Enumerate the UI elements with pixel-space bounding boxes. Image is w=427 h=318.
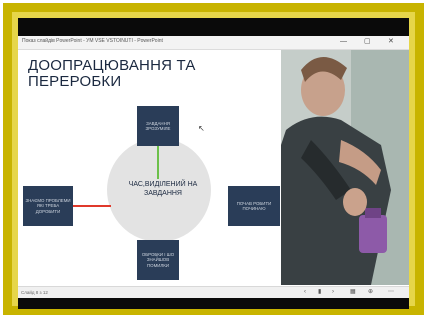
status-bar: Слайд 8 з 12 ‹ ▮ › ▦ ⊕ ⋯ xyxy=(18,286,409,298)
slide-title: ДООПРАЦЮВАННЯ ТА ПЕРЕРОБКИ xyxy=(28,57,196,90)
slide-canvas: ДООПРАЦЮВАННЯ ТА ПЕРЕРОБКИ ЧАС,ВИДІЛЕНИЙ… xyxy=(18,50,409,285)
window-titlebar: Показ слайдів PowerPoint - УМ VSE VSTOIN… xyxy=(18,36,409,50)
window-title: Показ слайдів PowerPoint - УМ VSE VSTOIN… xyxy=(22,38,163,44)
screen-bezel-top xyxy=(18,18,409,36)
grid-icon[interactable]: ▦ xyxy=(350,289,356,296)
slide-counter: Слайд 8 з 12 xyxy=(21,290,48,295)
box-left: ЗНАЄМО ПРОБЛЕМИ ЯКІ ТРЕБА ДОРОБИТИ xyxy=(23,186,73,226)
menu-icon[interactable]: ⋯ xyxy=(388,289,394,296)
box-top: ЗАВДАННЯ ЗРОЗУМІЛЕ xyxy=(137,106,179,146)
box-top-label: ЗАВДАННЯ ЗРОЗУМІЛЕ xyxy=(145,120,171,131)
screen-bezel-bottom xyxy=(18,298,409,309)
box-right: ПОЧАВ РОБИТИ ПОЧИНАЮ xyxy=(228,186,280,226)
box-bottom: ОБРОБКИ І ШО ЗНАЙШОВ ПОМИЛКИ xyxy=(137,240,179,280)
center-label: ЧАС,ВИДІЛЕНИЙ НА ЗАВДАННЯ xyxy=(128,181,198,197)
box-bottom-label: ОБРОБКИ І ШО ЗНАЙШОВ ПОМИЛКИ xyxy=(141,252,175,268)
photo-illustration xyxy=(281,50,409,285)
connector-top xyxy=(157,146,159,179)
mouse-cursor-icon: ↖ xyxy=(198,124,205,133)
presentation-screen: Показ слайдів PowerPoint - УМ VSE VSTOIN… xyxy=(18,36,409,298)
close-button[interactable]: ✕ xyxy=(388,38,394,46)
next-icon[interactable]: › xyxy=(332,289,334,296)
connector-left xyxy=(73,205,111,207)
photo-frame: Показ слайдів PowerPoint - УМ VSE VSTOIN… xyxy=(3,3,424,315)
zoom-icon[interactable]: ⊕ xyxy=(368,289,373,296)
prev-icon[interactable]: ‹ xyxy=(304,289,306,296)
maximize-button[interactable]: ▢ xyxy=(364,38,371,46)
pause-icon[interactable]: ▮ xyxy=(318,289,321,296)
frame-inner: Показ слайдів PowerPoint - УМ VSE VSTOIN… xyxy=(12,12,415,309)
box-right-label: ПОЧАВ РОБИТИ ПОЧИНАЮ xyxy=(236,200,272,211)
minimize-button[interactable]: — xyxy=(340,38,347,46)
slide-photo xyxy=(281,50,409,285)
box-left-label: ЗНАЄМО ПРОБЛЕМИ ЯКІ ТРЕБА ДОРОБИТИ xyxy=(25,198,71,214)
